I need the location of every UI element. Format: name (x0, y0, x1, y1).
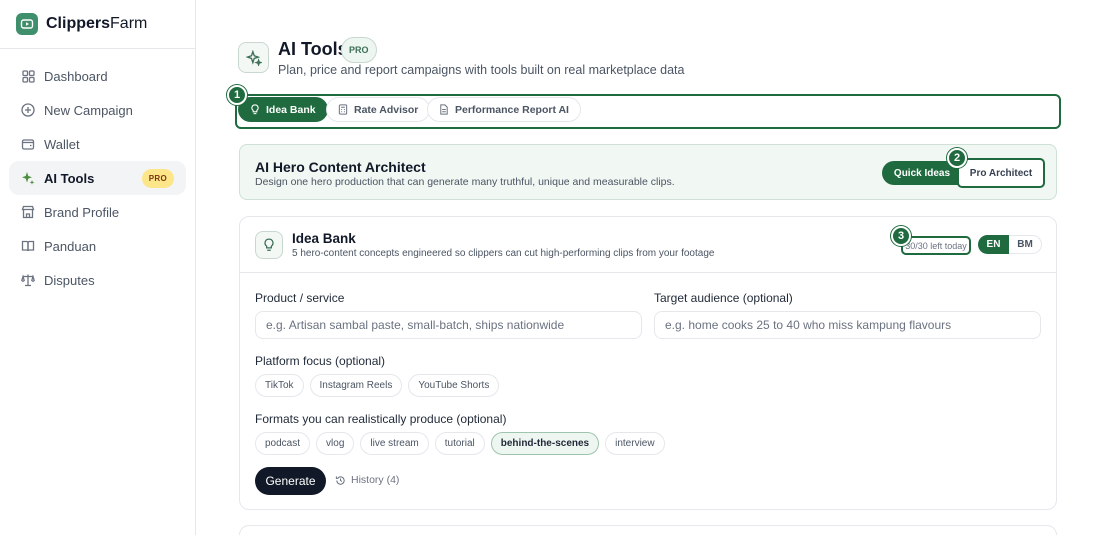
sidebar-item-wallet[interactable]: Wallet (9, 127, 186, 161)
sidebar-item-brand-profile[interactable]: Brand Profile (9, 195, 186, 229)
sidebar-item-label: Disputes (44, 272, 95, 288)
marker-badge: 3 (891, 226, 911, 246)
product-input[interactable] (255, 311, 642, 339)
chip-tiktok[interactable]: TikTok (255, 374, 304, 397)
chip-podcast[interactable]: podcast (255, 432, 311, 455)
sidebar-item-label: Wallet (44, 136, 80, 152)
history-icon (335, 475, 346, 486)
tab-label: Idea Bank (266, 103, 316, 116)
tab-label: Rate Advisor (354, 103, 419, 116)
pro-badge: PRO (141, 168, 174, 188)
tab-idea-bank[interactable]: Idea Bank (238, 97, 328, 122)
audience-input[interactable] (654, 311, 1041, 339)
generate-button[interactable]: Generate (255, 467, 326, 495)
calculator-icon (338, 104, 348, 115)
tab-rate-advisor[interactable]: Rate Advisor (326, 97, 431, 122)
sidebar-item-label: Dashboard (44, 68, 108, 84)
idea-bank-card: Idea Bank 5 hero-content concepts engine… (239, 216, 1057, 510)
brand-name: ClippersFarm (46, 15, 148, 32)
chip-vlog[interactable]: vlog (316, 432, 355, 455)
book-icon (21, 239, 35, 253)
lang-en-button[interactable]: EN (978, 235, 1009, 254)
sparkles-icon (21, 171, 35, 185)
chip-youtube-shorts[interactable]: YouTube Shorts (408, 374, 500, 397)
sidebar-item-label: Panduan (44, 238, 97, 254)
page-subtitle: Plan, price and report campaigns with to… (278, 63, 685, 77)
sidebar-nav: Dashboard New Campaign Wallet AI Tools P… (0, 49, 195, 297)
sidebar-item-label: Brand Profile (44, 204, 120, 220)
chip-behind-the-scenes[interactable]: behind-the-scenes (490, 432, 600, 455)
history-button[interactable]: History (4) (335, 474, 399, 486)
logo-icon (16, 13, 38, 35)
hero-title: AI Hero Content Architect (255, 159, 426, 175)
store-icon (21, 205, 35, 219)
sidebar: ClippersFarm Dashboard New Campaign Wall… (0, 0, 196, 535)
marker-badge: 1 (227, 85, 247, 105)
platform-label: Platform focus (optional) (255, 354, 386, 368)
idea-bank-subtitle: 5 hero-content concepts engineered so cl… (292, 248, 715, 259)
lang-bm-button[interactable]: BM (1009, 235, 1042, 254)
sidebar-item-label: AI Tools (44, 170, 95, 186)
lightbulb-icon (250, 104, 260, 115)
tab-label: Performance Report AI (455, 103, 569, 116)
platform-chips: TikTok Instagram Reels YouTube Shorts (255, 374, 500, 397)
chip-instagram-reels[interactable]: Instagram Reels (309, 374, 403, 397)
brand[interactable]: ClippersFarm (0, 0, 195, 49)
daily-quota: 30/30 left today (901, 236, 971, 255)
lightbulb-icon (255, 231, 283, 259)
sidebar-item-dashboard[interactable]: Dashboard (9, 59, 186, 93)
main-content: AI Tools PRO Plan, price and report camp… (196, 0, 1100, 535)
scale-icon (21, 273, 35, 287)
chip-tutorial[interactable]: tutorial (434, 432, 485, 455)
hero-architect-card: AI Hero Content Architect Design one her… (239, 144, 1057, 200)
plus-circle-icon (21, 103, 35, 117)
page-title: AI Tools (278, 39, 348, 59)
marker-badge: 2 (947, 148, 967, 168)
formats-label: Formats you can realistically produce (o… (255, 412, 507, 426)
grid-icon (21, 69, 35, 83)
sidebar-item-new-campaign[interactable]: New Campaign (9, 93, 186, 127)
sidebar-item-ai-tools[interactable]: AI Tools PRO (9, 161, 186, 195)
tab-performance-report-ai[interactable]: Performance Report AI (427, 97, 581, 122)
next-card (239, 525, 1057, 535)
sidebar-item-label: New Campaign (44, 102, 133, 118)
format-chips: podcast vlog live stream tutorial behind… (255, 432, 665, 455)
sidebar-item-panduan[interactable]: Panduan (9, 229, 186, 263)
hero-subtitle: Design one hero production that can gene… (255, 176, 675, 188)
audience-label: Target audience (optional) (654, 291, 793, 305)
chip-live-stream[interactable]: live stream (360, 432, 429, 455)
file-icon (439, 104, 449, 115)
history-label: History (4) (351, 474, 400, 486)
idea-bank-header: Idea Bank 5 hero-content concepts engine… (240, 217, 1056, 273)
idea-bank-title: Idea Bank (292, 231, 356, 246)
product-label: Product / service (255, 291, 345, 305)
sidebar-item-disputes[interactable]: Disputes (9, 263, 186, 297)
pro-architect-button[interactable]: Pro Architect (957, 158, 1045, 188)
pro-badge: PRO (341, 37, 377, 63)
wallet-icon (21, 137, 35, 151)
sparkles-icon (238, 42, 269, 73)
chip-interview[interactable]: interview (605, 432, 665, 455)
